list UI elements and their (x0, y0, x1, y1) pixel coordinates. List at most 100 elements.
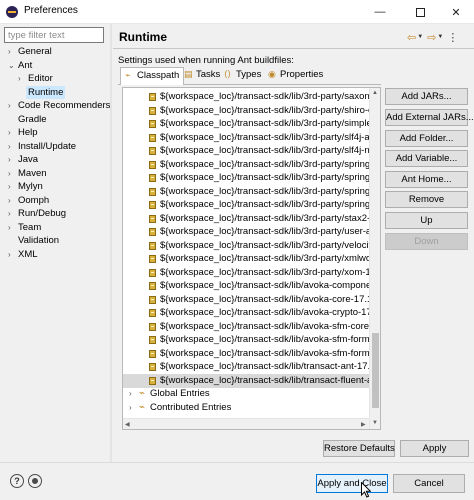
apply-button[interactable]: Apply (400, 440, 469, 457)
chevron-right-icon[interactable]: › (8, 248, 16, 261)
add-external-jars-button[interactable]: Add External JARs... (385, 109, 474, 126)
classpath-entry[interactable]: ${workspace_loc}/transact-sdk/lib/avoka-… (123, 320, 369, 334)
restore-defaults-button[interactable]: Restore Defaults (323, 440, 395, 457)
scroll-right-arrow-icon[interactable]: ▶ (361, 421, 366, 428)
chevron-right-icon[interactable]: › (8, 140, 16, 153)
classpath-entry[interactable]: ${workspace_loc}/transact-sdk/lib/3rd-pa… (123, 185, 369, 199)
classpath-entry-path: ${workspace_loc}/transact-sdk/lib/avoka-… (160, 280, 369, 291)
mouse-cursor-icon (361, 482, 371, 498)
chevron-right-icon[interactable]: › (8, 180, 16, 193)
jar-file-icon (149, 282, 156, 290)
jar-file-icon (149, 336, 156, 344)
vertical-scrollbar[interactable]: ▲ ▼ (369, 88, 380, 429)
tree-item-label: Help (18, 127, 38, 138)
classpath-entry[interactable]: ${workspace_loc}/transact-sdk/lib/3rd-pa… (123, 117, 369, 131)
chevron-right-icon[interactable]: › (8, 221, 16, 234)
jar-file-icon (149, 376, 156, 385)
classpath-entry[interactable]: ${workspace_loc}/transact-sdk/lib/3rd-pa… (123, 171, 369, 185)
maximize-button[interactable] (400, 0, 440, 24)
classpath-entry[interactable]: ${workspace_loc}/transact-sdk/lib/3rd-pa… (123, 239, 369, 253)
classpath-entry[interactable]: ${workspace_loc}/transact-sdk/lib/avoka-… (123, 306, 369, 320)
tab-classpath[interactable]: ⌁ Classpath (120, 67, 185, 85)
classpath-entry[interactable]: ${workspace_loc}/transact-sdk/lib/3rd-pa… (123, 90, 369, 104)
chevron-right-icon[interactable]: › (8, 194, 16, 207)
tree-item-label: Runtime (26, 85, 66, 99)
tree-item-label: Gradle (18, 113, 47, 125)
tree-item-label: Java (18, 154, 39, 165)
classpath-entry-path: ${workspace_loc}/transact-sdk/lib/avoka-… (160, 293, 369, 305)
forward-dropdown-icon[interactable]: ▼ (437, 34, 443, 40)
tab-label: Types (236, 69, 262, 80)
scroll-up-arrow-icon[interactable]: ▲ (372, 90, 378, 96)
classpath-group[interactable]: › ⌁ Contributed Entries (123, 401, 369, 415)
cancel-button[interactable]: Cancel (393, 474, 465, 493)
classpath-entry[interactable]: ${workspace_loc}/transact-sdk/lib/avoka-… (123, 293, 369, 307)
scroll-down-arrow-icon[interactable]: ▼ (372, 420, 378, 426)
chevron-right-icon[interactable]: › (8, 153, 16, 166)
tab-properties[interactable]: ◉ Properties (264, 67, 327, 84)
classpath-entry-path: ${workspace_loc}/transact-sdk/lib/3rd-pa… (160, 131, 369, 143)
ant-home-button[interactable]: Ant Home... (385, 171, 468, 188)
classpath-entry-path: ${workspace_loc}/transact-sdk/lib/transa… (160, 374, 369, 386)
classpath-entry[interactable]: ${workspace_loc}/transact-sdk/lib/3rd-pa… (123, 212, 369, 226)
back-dropdown-icon[interactable]: ▼ (417, 34, 423, 40)
classpath-entry[interactable]: ${workspace_loc}/transact-sdk/lib/avoka-… (123, 279, 369, 293)
classpath-entry[interactable]: ${workspace_loc}/transact-sdk/lib/transa… (123, 360, 369, 374)
jar-file-icon (149, 201, 156, 209)
chevron-right-icon[interactable]: › (129, 401, 132, 415)
jar-file-icon (149, 295, 156, 304)
horizontal-scrollbar[interactable]: ◀ ▶ (123, 418, 369, 429)
chevron-right-icon[interactable]: › (8, 126, 16, 139)
tree-item-label: Validation (18, 235, 60, 246)
add-jars-button[interactable]: Add JARs... (385, 88, 468, 105)
classpath-entry[interactable]: ${workspace_loc}/transact-sdk/lib/3rd-pa… (123, 225, 369, 239)
classpath-entry[interactable]: ${workspace_loc}/transact-sdk/lib/avoka-… (123, 347, 369, 361)
classpath-group-icon: ⌁ (139, 388, 146, 399)
tab-tasks[interactable]: ▤ Tasks (180, 67, 224, 84)
classpath-entry[interactable]: ${workspace_loc}/transact-sdk/lib/transa… (123, 373, 369, 388)
filter-input[interactable] (4, 27, 104, 43)
tree-item-label: Editor (28, 73, 53, 84)
classpath-entry[interactable]: ${workspace_loc}/transact-sdk/lib/3rd-pa… (123, 104, 369, 118)
apply-and-close-button[interactable]: Apply and Close (316, 474, 388, 493)
scrollbar-thumb[interactable] (372, 333, 379, 408)
classpath-entry[interactable]: ${workspace_loc}/transact-sdk/lib/3rd-pa… (123, 158, 369, 172)
classpath-entry[interactable]: ${workspace_loc}/transact-sdk/lib/3rd-pa… (123, 144, 369, 158)
import-export-icon[interactable] (28, 474, 42, 488)
back-arrow-icon[interactable]: ⇦ (407, 31, 416, 44)
jar-file-icon (149, 187, 156, 196)
chevron-down-icon[interactable]: ⌄ (8, 59, 16, 72)
up-button[interactable]: Up (385, 212, 468, 229)
classpath-tree[interactable]: ${workspace_loc}/transact-sdk/lib/3rd-pa… (122, 87, 381, 430)
view-menu-icon[interactable]: ⋮ (447, 31, 458, 44)
chevron-right-icon[interactable]: › (18, 72, 26, 85)
classpath-entry-path: ${workspace_loc}/transact-sdk/lib/3rd-pa… (160, 118, 369, 129)
classpath-entry-path: ${workspace_loc}/transact-sdk/lib/avoka-… (160, 334, 369, 345)
classpath-rows: ${workspace_loc}/transact-sdk/lib/3rd-pa… (123, 88, 369, 429)
remove-button[interactable]: Remove (385, 191, 468, 208)
chevron-right-icon[interactable]: › (8, 99, 16, 112)
forward-arrow-icon[interactable]: ⇨ (427, 31, 436, 44)
classpath-entry[interactable]: ${workspace_loc}/transact-sdk/lib/3rd-pa… (123, 266, 369, 280)
classpath-entry-path: ${workspace_loc}/transact-sdk/lib/3rd-pa… (160, 199, 369, 210)
help-icon[interactable]: ? (10, 474, 24, 488)
classpath-entry[interactable]: ${workspace_loc}/transact-sdk/lib/3rd-pa… (123, 198, 369, 212)
add-folder-button[interactable]: Add Folder... (385, 130, 468, 147)
classpath-entry[interactable]: ${workspace_loc}/transact-sdk/lib/avoka-… (123, 333, 369, 347)
chevron-right-icon[interactable]: › (8, 45, 16, 58)
minimize-button[interactable]: — (360, 0, 400, 24)
chevron-right-icon[interactable]: › (8, 167, 16, 180)
tab-types[interactable]: ⟨⟩ Types (220, 67, 265, 84)
close-button[interactable]: ✕ (438, 0, 474, 24)
classpath-entry[interactable]: ${workspace_loc}/transact-sdk/lib/3rd-pa… (123, 252, 369, 266)
add-variable-button[interactable]: Add Variable... (385, 150, 468, 167)
classpath-entry[interactable]: ${workspace_loc}/transact-sdk/lib/3rd-pa… (123, 131, 369, 145)
jar-file-icon (149, 255, 156, 263)
chevron-right-icon[interactable]: › (8, 207, 16, 220)
scroll-left-arrow-icon[interactable]: ◀ (125, 421, 130, 428)
sash[interactable] (110, 24, 112, 462)
chevron-right-icon[interactable]: › (129, 387, 132, 401)
classpath-group[interactable]: › ⌁ Global Entries (123, 387, 369, 401)
preference-tree: › General ⌄ Ant › Editor Runtime › Code Recommen… (4, 45, 110, 455)
classpath-entry-path: ${workspace_loc}/transact-sdk/lib/avoka-… (160, 347, 369, 359)
